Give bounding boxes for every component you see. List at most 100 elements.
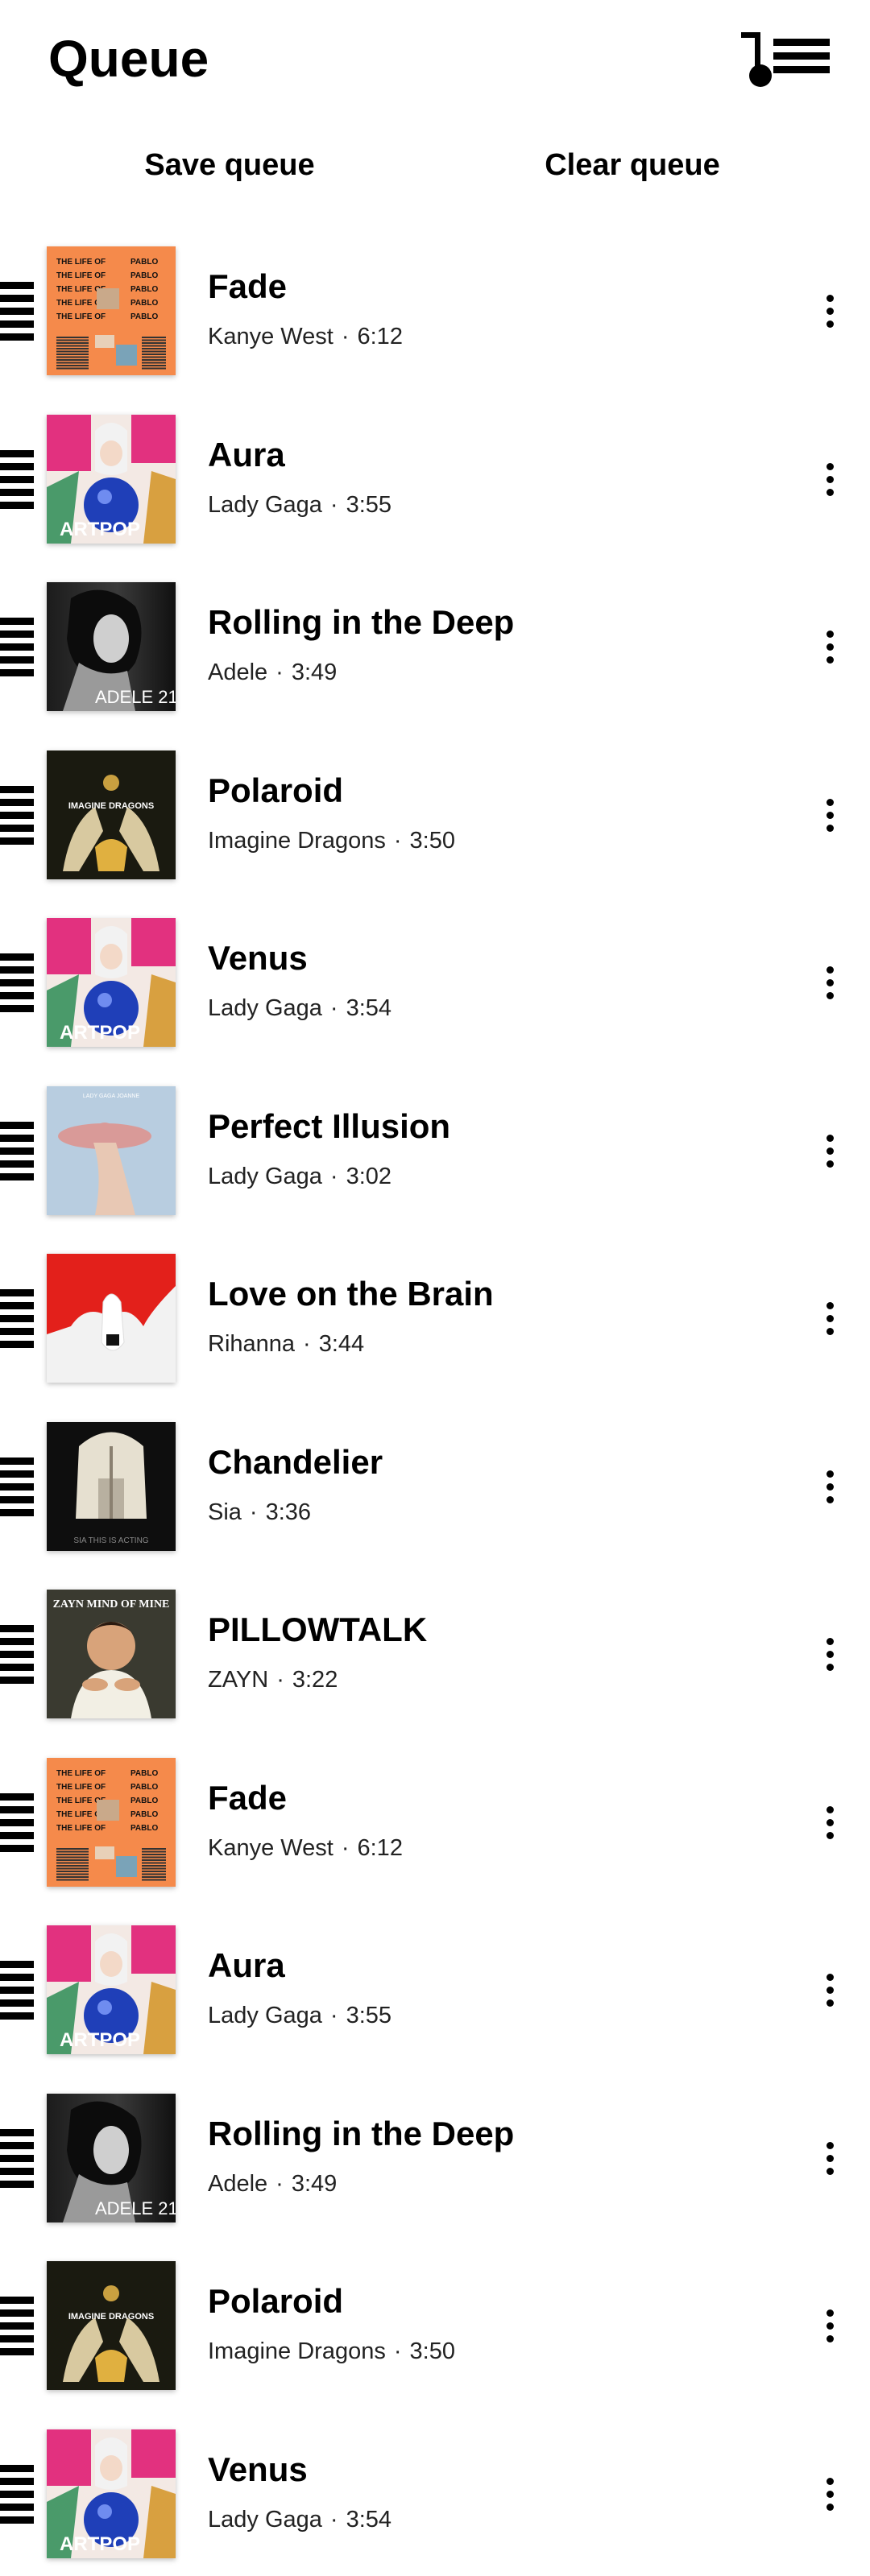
- queue-item[interactable]: LADY GAGA JOANNE Perfect Illusion Lady G…: [0, 1065, 870, 1234]
- song-title: Chandelier: [208, 1441, 383, 1483]
- album-cover: [47, 1254, 176, 1383]
- drag-handle-icon[interactable]: [0, 1122, 34, 1180]
- queue-item[interactable]: IMAGINE DRAGONS Polaroid Imagine Dragons…: [0, 2240, 870, 2409]
- song-title: Aura: [208, 1945, 285, 1987]
- song-meta: Kanye West·6:12: [208, 1834, 403, 1863]
- album-cover: ARTPOP: [47, 1925, 176, 2054]
- drag-handle-icon[interactable]: [0, 1961, 34, 2019]
- song-title: Aura: [208, 434, 285, 476]
- album-cover: LADY GAGA JOANNE: [47, 1086, 176, 1215]
- album-cover: ARTPOP: [47, 415, 176, 544]
- page-title: Queue: [48, 23, 209, 95]
- song-duration: 3:49: [292, 2171, 337, 2197]
- meta-separator: ·: [322, 492, 346, 518]
- more-options-icon[interactable]: [814, 792, 846, 841]
- album-cover: THE LIFE OFPABLOTHE LIFE OFPABLOTHE LIFE…: [47, 1758, 176, 1887]
- drag-handle-icon[interactable]: [0, 2129, 34, 2187]
- more-options-icon[interactable]: [814, 1800, 846, 1848]
- drag-handle-icon[interactable]: [0, 618, 34, 676]
- song-meta: Adele·3:49: [208, 2169, 337, 2198]
- queue-item[interactable]: Love on the Brain Rihanna·3:44: [0, 1233, 870, 1401]
- drag-handle-icon[interactable]: [0, 1793, 34, 1851]
- song-artist: Kanye West: [208, 1835, 334, 1861]
- more-options-icon[interactable]: [814, 960, 846, 1008]
- song-title: Perfect Illusion: [208, 1106, 450, 1147]
- drag-handle-icon[interactable]: [0, 2297, 34, 2355]
- save-queue-button[interactable]: Save queue: [105, 129, 354, 201]
- queue-item[interactable]: THE LIFE OFPABLOTHE LIFE OFPABLOTHE LIFE…: [0, 1737, 870, 1905]
- more-options-icon[interactable]: [814, 1296, 846, 1344]
- queue-item[interactable]: ARTPOP Venus Lady Gaga·3:54: [0, 2409, 870, 2576]
- song-meta: Sia·3:36: [208, 1498, 311, 1527]
- queue-item[interactable]: ADELE 21 Rolling in the Deep Adele·3:49: [0, 561, 870, 730]
- song-artist: Kanye West: [208, 324, 334, 349]
- song-meta: Lady Gaga·3:55: [208, 2001, 392, 2030]
- svg-text:LADY GAGA JOANNE: LADY GAGA JOANNE: [83, 1094, 140, 1099]
- svg-text:PABLO: PABLO: [130, 1797, 158, 1805]
- svg-text:PABLO: PABLO: [130, 312, 158, 321]
- meta-separator: ·: [386, 2338, 410, 2364]
- svg-text:THE LIFE OF: THE LIFE OF: [56, 312, 106, 321]
- drag-handle-icon[interactable]: [0, 1289, 34, 1347]
- drag-handle-icon[interactable]: [0, 953, 34, 1011]
- queue-list-icon[interactable]: [741, 32, 830, 97]
- song-duration: 3:02: [346, 1164, 392, 1189]
- queue-item[interactable]: ZAYN MIND OF MINE PILLOWTALK ZAYN·3:22: [0, 1569, 870, 1737]
- more-options-icon[interactable]: [814, 2471, 846, 2520]
- more-options-icon[interactable]: [814, 624, 846, 672]
- album-cover: SIA THIS IS ACTING: [47, 1422, 176, 1551]
- song-artist: ZAYN: [208, 1667, 268, 1693]
- queue-item[interactable]: THE LIFE OFPABLOTHE LIFE OFPABLOTHE LIFE…: [0, 225, 870, 394]
- queue-actions: Save queue Clear queue: [0, 129, 870, 201]
- meta-separator: ·: [322, 995, 346, 1021]
- song-meta: Imagine Dragons·3:50: [208, 2337, 455, 2366]
- drag-handle-icon[interactable]: [0, 450, 34, 508]
- svg-text:ARTPOP: ARTPOP: [60, 2029, 140, 2051]
- more-options-icon[interactable]: [814, 1967, 846, 2016]
- svg-text:SIA THIS IS ACTING: SIA THIS IS ACTING: [73, 1536, 148, 1545]
- song-artist: Sia: [208, 1499, 242, 1525]
- meta-separator: ·: [386, 828, 410, 854]
- album-cover: IMAGINE DRAGONS: [47, 750, 176, 879]
- drag-handle-icon[interactable]: [0, 282, 34, 340]
- queue-item[interactable]: IMAGINE DRAGONS Polaroid Imagine Dragons…: [0, 730, 870, 898]
- drag-handle-icon[interactable]: [0, 2465, 34, 2523]
- more-options-icon[interactable]: [814, 288, 846, 337]
- song-title: Rolling in the Deep: [208, 602, 514, 643]
- album-cover: IMAGINE DRAGONS: [47, 2261, 176, 2390]
- svg-text:PABLO: PABLO: [130, 271, 158, 280]
- queue-item[interactable]: ARTPOP Aura Lady Gaga·3:55: [0, 394, 870, 562]
- drag-handle-icon[interactable]: [0, 1458, 34, 1515]
- more-options-icon[interactable]: [814, 1128, 846, 1176]
- meta-separator: ·: [242, 1499, 266, 1525]
- queue-item[interactable]: ARTPOP Aura Lady Gaga·3:55: [0, 1904, 870, 2073]
- more-options-icon[interactable]: [814, 1631, 846, 1680]
- song-title: Rolling in the Deep: [208, 2113, 514, 2155]
- song-meta: Kanye West·6:12: [208, 322, 403, 351]
- svg-text:THE LIFE OF: THE LIFE OF: [56, 258, 106, 267]
- more-options-icon[interactable]: [814, 2303, 846, 2351]
- song-duration: 3:55: [346, 2003, 392, 2028]
- clear-queue-button[interactable]: Clear queue: [508, 129, 757, 201]
- song-duration: 3:50: [410, 828, 455, 854]
- more-options-icon[interactable]: [814, 1464, 846, 1512]
- queue-list: THE LIFE OFPABLOTHE LIFE OFPABLOTHE LIFE…: [0, 225, 870, 2576]
- song-artist: Imagine Dragons: [208, 828, 386, 854]
- svg-text:IMAGINE DRAGONS: IMAGINE DRAGONS: [68, 801, 154, 811]
- more-options-icon[interactable]: [814, 2136, 846, 2184]
- meta-separator: ·: [334, 324, 358, 349]
- song-title: Polaroid: [208, 770, 343, 812]
- drag-handle-icon[interactable]: [0, 786, 34, 844]
- svg-text:PABLO: PABLO: [130, 285, 158, 294]
- drag-handle-icon[interactable]: [0, 1625, 34, 1683]
- queue-item[interactable]: SIA THIS IS ACTING Chandelier Sia·3:36: [0, 1401, 870, 1569]
- song-duration: 3:55: [346, 492, 392, 518]
- more-options-icon[interactable]: [814, 457, 846, 505]
- song-meta: Imagine Dragons·3:50: [208, 826, 455, 855]
- svg-text:PABLO: PABLO: [130, 1783, 158, 1792]
- queue-item[interactable]: ADELE 21 Rolling in the Deep Adele·3:49: [0, 2073, 870, 2241]
- song-title: Fade: [208, 266, 287, 308]
- song-artist: Rihanna: [208, 1331, 295, 1357]
- meta-separator: ·: [295, 1331, 319, 1357]
- queue-item[interactable]: ARTPOP Venus Lady Gaga·3:54: [0, 897, 870, 1065]
